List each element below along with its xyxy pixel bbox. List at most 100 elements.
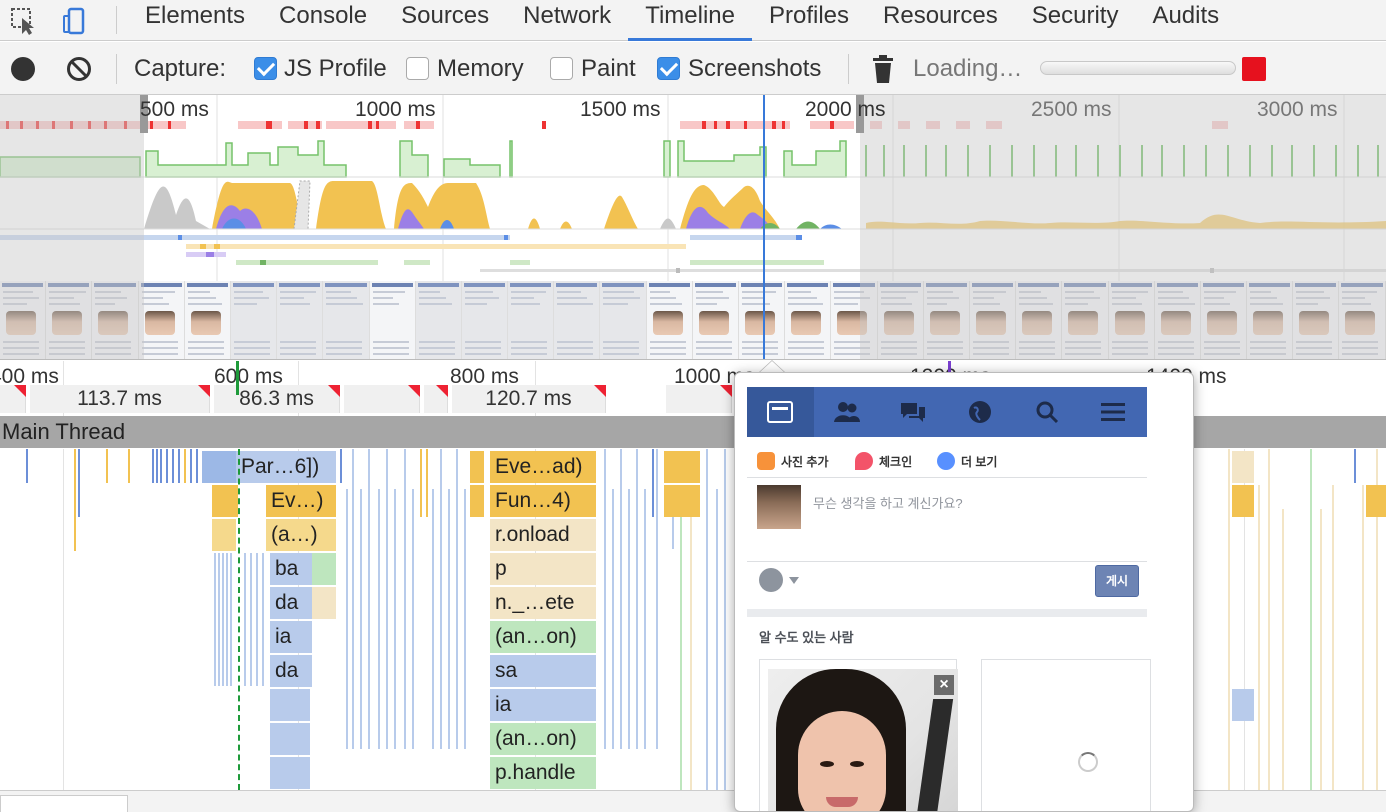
screenshot-thumbnail[interactable]: [184, 281, 231, 359]
flame-event-thin[interactable]: [230, 553, 232, 686]
flame-event-thin[interactable]: [420, 449, 422, 517]
clear-icon[interactable]: [66, 56, 92, 87]
record-icon[interactable]: [11, 57, 35, 81]
flame-event[interactable]: [270, 723, 310, 755]
js-profile-checkbox[interactable]: [254, 57, 277, 80]
flame-event-thin[interactable]: [652, 449, 654, 517]
flame-event-thin[interactable]: [1310, 449, 1312, 790]
tab-resources[interactable]: Resources: [866, 0, 1015, 41]
flame-event[interactable]: [664, 485, 700, 517]
flame-event-thin[interactable]: [368, 449, 370, 749]
screenshots-label[interactable]: Screenshots: [688, 42, 821, 95]
flame-event[interactable]: [270, 757, 310, 789]
tab-security[interactable]: Security: [1015, 0, 1136, 41]
flame-event-thin[interactable]: [620, 449, 622, 749]
flame-event[interactable]: [312, 553, 336, 585]
flame-event[interactable]: [1366, 485, 1386, 517]
flame-event-thin[interactable]: [226, 553, 228, 686]
flame-event[interactable]: n._…ete: [490, 587, 596, 619]
flame-event-thin[interactable]: [412, 489, 414, 749]
flame-event[interactable]: Fun…4): [490, 485, 596, 517]
flame-event-thin[interactable]: [1332, 485, 1334, 790]
frame-box[interactable]: 113.7 ms: [30, 385, 210, 413]
flame-event-thin[interactable]: [432, 489, 434, 749]
flame-event[interactable]: [212, 485, 238, 517]
flame-event[interactable]: Eve…ad): [490, 451, 596, 483]
flame-event-thin[interactable]: [360, 489, 362, 749]
frame-box[interactable]: 86.3 ms: [214, 385, 340, 413]
flame-event[interactable]: [470, 451, 484, 483]
flame-event[interactable]: [1232, 689, 1254, 721]
flame-event[interactable]: [470, 485, 484, 517]
flame-event-thin[interactable]: [656, 449, 658, 749]
flame-event[interactable]: [270, 689, 310, 721]
flame-event[interactable]: (a…): [266, 519, 336, 551]
flame-event-thin[interactable]: [1320, 509, 1322, 790]
flame-event-thin[interactable]: [612, 489, 614, 749]
flame-event-thin[interactable]: [1258, 485, 1260, 790]
flame-event-thin[interactable]: [156, 449, 158, 483]
flame-event-thin[interactable]: [404, 449, 406, 749]
flame-event[interactable]: p.handle: [490, 757, 596, 789]
flame-event-thin[interactable]: [166, 449, 168, 483]
flame-event-thin[interactable]: [78, 449, 80, 517]
screenshot-thumbnail[interactable]: [323, 281, 370, 359]
flame-event[interactable]: ba: [270, 553, 312, 585]
flame-event[interactable]: (an…on): [490, 723, 596, 755]
screenshot-thumbnail[interactable]: [600, 281, 647, 359]
device-mode-icon[interactable]: [56, 0, 96, 41]
flame-event-thin[interactable]: [1228, 449, 1230, 790]
flame-event-thin[interactable]: [244, 553, 246, 686]
flame-event-thin[interactable]: [74, 449, 76, 551]
details-tab[interactable]: [0, 795, 128, 812]
paint-checkbox[interactable]: [550, 57, 573, 80]
tab-sources[interactable]: Sources: [384, 0, 506, 41]
flame-event-thin[interactable]: [340, 449, 342, 483]
screenshot-thumbnail[interactable]: [646, 281, 693, 359]
flame-event[interactable]: Ev…): [266, 485, 336, 517]
flame-event[interactable]: [202, 451, 236, 483]
flame-event-thin[interactable]: [690, 517, 692, 790]
flame-event-thin[interactable]: [262, 553, 264, 686]
flame-event[interactable]: da: [270, 655, 312, 687]
flame-event-thin[interactable]: [716, 489, 718, 790]
flame-event[interactable]: r.onload: [490, 519, 596, 551]
flame-event-thin[interactable]: [184, 449, 186, 483]
flame-event-thin[interactable]: [196, 449, 198, 483]
flame-event[interactable]: [312, 587, 336, 619]
flame-event-thin[interactable]: [222, 553, 224, 686]
screenshot-thumbnail[interactable]: [785, 281, 832, 359]
flame-event-thin[interactable]: [1362, 485, 1364, 790]
flame-event-thin[interactable]: [386, 449, 388, 749]
flame-event[interactable]: sa: [490, 655, 596, 687]
flame-event[interactable]: ia: [270, 621, 312, 653]
flame-event-thin[interactable]: [160, 449, 162, 483]
screenshot-thumbnail[interactable]: [277, 281, 324, 359]
flame-event-thin[interactable]: [172, 449, 174, 483]
tab-profiles[interactable]: Profiles: [752, 0, 866, 41]
frame-box[interactable]: 120.7 ms: [452, 385, 606, 413]
flame-event-thin[interactable]: [106, 449, 108, 483]
flame-event[interactable]: [664, 451, 700, 483]
screenshot-thumbnail[interactable]: [554, 281, 601, 359]
tab-console[interactable]: Console: [262, 0, 384, 41]
tab-elements[interactable]: Elements: [128, 0, 262, 41]
memory-checkbox[interactable]: [406, 57, 429, 80]
flame-event[interactable]: [212, 519, 236, 551]
flame-event[interactable]: p: [490, 553, 596, 585]
screenshot-thumbnail[interactable]: [138, 281, 185, 359]
flame-event-thin[interactable]: [644, 489, 646, 749]
tab-timeline[interactable]: Timeline: [628, 0, 752, 41]
flame-event-thin[interactable]: [706, 449, 708, 790]
inspect-element-icon[interactable]: [4, 0, 44, 41]
flame-event-thin[interactable]: [464, 489, 466, 749]
screenshots-checkbox[interactable]: [657, 57, 680, 80]
screenshot-thumbnail[interactable]: [508, 281, 555, 359]
flame-event-thin[interactable]: [378, 489, 380, 749]
flame-event-thin[interactable]: [604, 449, 606, 749]
trash-icon[interactable]: [871, 54, 895, 89]
flame-event-thin[interactable]: [440, 449, 442, 749]
flame-event-thin[interactable]: [1282, 509, 1284, 790]
flame-event-thin[interactable]: [218, 553, 220, 686]
flame-event-thin[interactable]: [680, 517, 682, 790]
